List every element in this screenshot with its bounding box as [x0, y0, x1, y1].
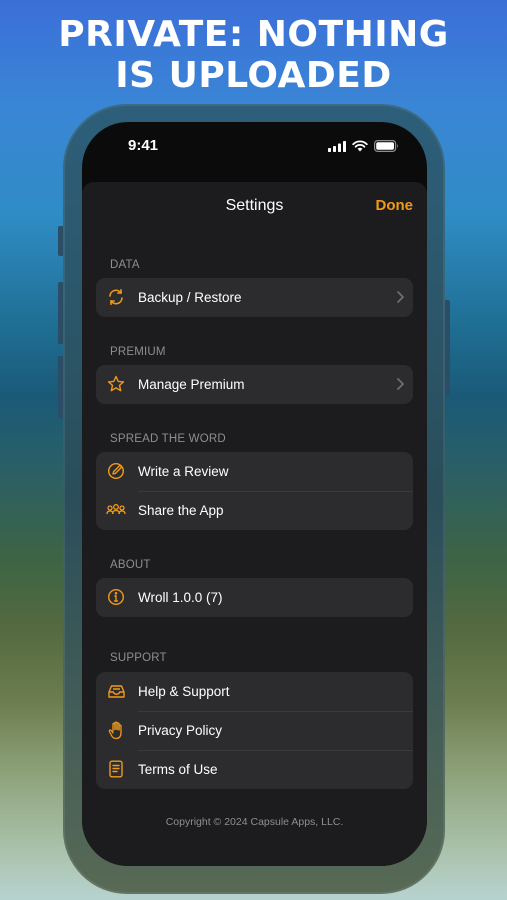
status-time: 9:41	[128, 137, 159, 154]
backup-restore-label: Backup / Restore	[138, 290, 242, 305]
battery-icon	[374, 140, 398, 152]
write-review-row[interactable]: Write a Review	[96, 452, 413, 491]
hand-icon	[106, 720, 126, 740]
privacy-policy-row[interactable]: Privacy Policy	[96, 711, 413, 750]
share-app-label: Share the App	[138, 503, 224, 518]
privacy-policy-label: Privacy Policy	[138, 723, 223, 738]
group-premium: Manage Premium	[96, 365, 413, 404]
terms-of-use-label: Terms of Use	[138, 762, 218, 777]
tray-icon	[106, 681, 126, 701]
help-support-row[interactable]: Help & Support	[96, 672, 413, 711]
people-icon	[106, 500, 126, 520]
chevron-right-icon	[397, 378, 404, 390]
terms-of-use-row[interactable]: Terms of Use	[96, 750, 413, 789]
info-icon	[106, 587, 126, 607]
section-header-premium: PREMIUM	[110, 346, 166, 358]
group-support: Help & Support Privacy Policy Terms of U…	[96, 672, 413, 789]
share-app-row[interactable]: Share the App	[96, 491, 413, 530]
phone-power-button	[445, 300, 450, 396]
wifi-icon	[352, 140, 368, 152]
copyright-text: Copyright © 2024 Capsule Apps, LLC.	[165, 816, 344, 828]
phone-screen: 9:41 Settings Done DATA Backup / Restore…	[82, 122, 427, 866]
chevron-right-icon	[397, 291, 404, 303]
star-icon	[106, 374, 126, 394]
status-icons	[328, 140, 399, 152]
compose-icon	[106, 461, 126, 481]
document-icon	[106, 759, 126, 779]
section-header-data: DATA	[110, 259, 140, 271]
section-header-about: ABOUT	[110, 559, 151, 571]
section-header-support: SUPPORT	[110, 652, 167, 664]
app-version-row[interactable]: Wroll 1.0.0 (7)	[96, 578, 413, 617]
status-bar: 9:41	[82, 122, 427, 172]
section-header-spread: SPREAD THE WORD	[110, 433, 226, 445]
manage-premium-label: Manage Premium	[138, 377, 245, 392]
headline-line-1: PRIVATE: NOTHING	[58, 14, 449, 55]
headline-line-2: IS UPLOADED	[115, 55, 392, 96]
marketing-headline: PRIVATE: NOTHING IS UPLOADED	[0, 14, 507, 96]
sync-icon	[106, 287, 126, 307]
help-support-label: Help & Support	[138, 684, 230, 699]
write-review-label: Write a Review	[138, 464, 229, 479]
group-spread-the-word: Write a Review Share the App	[96, 452, 413, 530]
done-button[interactable]: Done	[376, 197, 414, 214]
group-data: Backup / Restore	[96, 278, 413, 317]
cellular-signal-icon	[328, 140, 346, 152]
app-version-label: Wroll 1.0.0 (7)	[138, 590, 223, 605]
backup-restore-row[interactable]: Backup / Restore	[96, 278, 413, 317]
manage-premium-row[interactable]: Manage Premium	[96, 365, 413, 404]
group-about: Wroll 1.0.0 (7)	[96, 578, 413, 617]
settings-sheet: Settings Done DATA Backup / Restore PREM…	[82, 182, 427, 866]
